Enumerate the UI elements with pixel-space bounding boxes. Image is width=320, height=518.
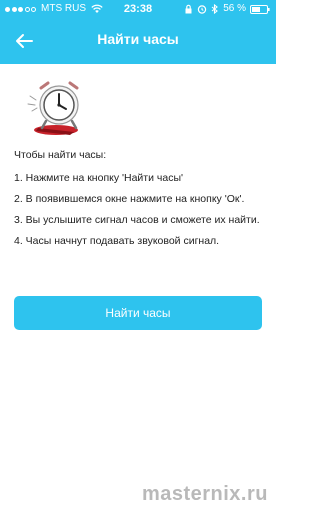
- alarm-clock-illustration: [27, 81, 79, 135]
- instructions: Чтобы найти часы: 1. Нажмите на кнопку '…: [14, 148, 266, 255]
- nav-bar: Найти часы: [0, 18, 276, 64]
- page-title: Найти часы: [97, 31, 179, 47]
- battery-percent: 56 %: [223, 3, 246, 14]
- instructions-intro: Чтобы найти часы:: [14, 149, 107, 161]
- status-right: 56 %: [184, 0, 270, 18]
- status-bar: MTS RUS 23:38 56 %: [0, 0, 276, 18]
- battery-icon: [250, 4, 270, 14]
- instruction-step-1: 1. Нажмите на кнопку 'Найти часы': [14, 172, 183, 184]
- find-watch-button[interactable]: Найти часы: [14, 296, 262, 330]
- instruction-step-4: 4. Часы начнут подавать звуковой сигнал.: [14, 235, 220, 247]
- watermark: masternix.ru: [141, 483, 268, 505]
- lock-rotation-icon: [185, 4, 192, 14]
- instruction-step-3: 3. Вы услышите сигнал часов и сможете их…: [14, 214, 260, 226]
- instruction-step-2: 2. В появившемся окне нажмите на кнопку …: [14, 193, 245, 205]
- app-header: MTS RUS 23:38 56 % Найти часы: [0, 0, 276, 64]
- bluetooth-icon: [211, 4, 219, 14]
- alarm-icon: [198, 5, 207, 14]
